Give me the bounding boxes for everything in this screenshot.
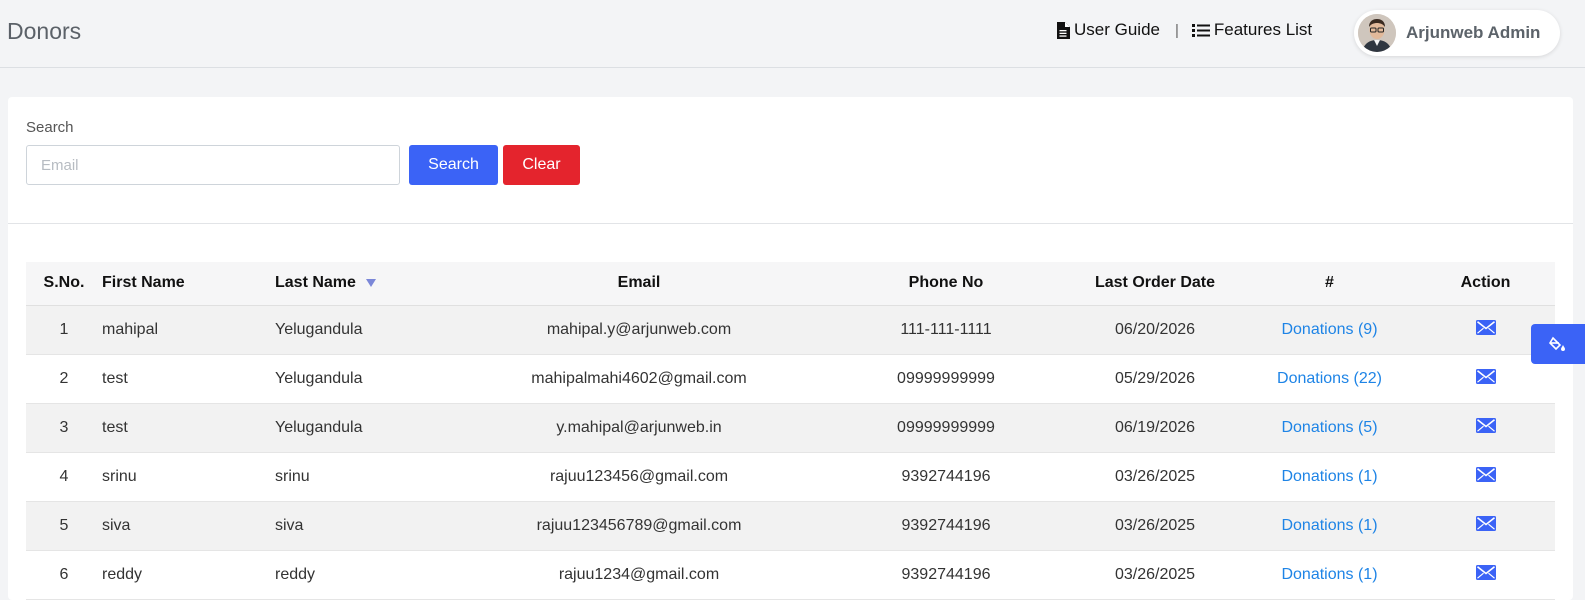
paint-bucket-icon	[1549, 336, 1565, 351]
cell-email: mahipalmahi4602@gmail.com	[453, 354, 825, 404]
cell-sno: 1	[26, 305, 102, 355]
cell-phone: 9392744196	[825, 550, 1067, 600]
header-sno[interactable]: S.No.	[26, 262, 102, 306]
cell-donations: Donations (9)	[1243, 305, 1416, 355]
header-phone[interactable]: Phone No	[825, 262, 1067, 306]
cell-last-order-date: 03/26/2025	[1067, 452, 1243, 502]
file-icon	[1057, 21, 1070, 39]
cell-last-name: reddy	[275, 550, 453, 600]
cell-donations: Donations (1)	[1243, 550, 1416, 600]
cell-last-name: Yelugandula	[275, 305, 453, 355]
cell-first-name: test	[102, 403, 275, 453]
cell-sno: 5	[26, 501, 102, 551]
header-last-name-label: Last Name	[275, 274, 356, 292]
cell-first-name: srinu	[102, 452, 275, 502]
cell-last-name: siva	[275, 501, 453, 551]
top-links: User Guide | Features List	[1056, 20, 1312, 40]
header-email[interactable]: Email	[453, 262, 825, 306]
side-settings-tab[interactable]	[1531, 324, 1585, 364]
cell-sno: 6	[26, 550, 102, 600]
cell-action	[1416, 501, 1555, 551]
cell-first-name: test	[102, 354, 275, 404]
cell-last-order-date: 06/19/2026	[1067, 403, 1243, 453]
cell-first-name: siva	[102, 501, 275, 551]
donations-link[interactable]: Donations (22)	[1277, 370, 1382, 387]
cell-phone: 09999999999	[825, 403, 1067, 453]
cell-action	[1416, 403, 1555, 453]
divider	[8, 223, 1573, 224]
cell-last-name: srinu	[275, 452, 453, 502]
table-row: 1 mahipal Yelugandula mahipal.y@arjunweb.co…	[26, 305, 1555, 355]
cell-first-name: mahipal	[102, 305, 275, 355]
cell-last-order-date: 03/26/2025	[1067, 501, 1243, 551]
header-first-name[interactable]: First Name	[102, 262, 275, 306]
cell-sno: 2	[26, 354, 102, 404]
cell-sno: 4	[26, 452, 102, 502]
cell-donations: Donations (1)	[1243, 452, 1416, 502]
cell-donations: Donations (22)	[1243, 354, 1416, 404]
header-action: Action	[1416, 262, 1555, 306]
user-name: Arjunweb Admin	[1406, 23, 1541, 42]
table-row: 3 test Yelugandula y.mahipal@arjunweb.in 099…	[26, 403, 1555, 453]
cell-donations: Donations (5)	[1243, 403, 1416, 453]
search-label: Search	[26, 119, 74, 136]
table-row: 4 srinu srinu rajuu123456@gmail.com 93927441…	[26, 452, 1555, 502]
header-last-name[interactable]: Last Name	[275, 262, 453, 306]
donations-link[interactable]: Donations (1)	[1281, 468, 1377, 485]
envelope-icon[interactable]	[1475, 319, 1496, 340]
envelope-icon[interactable]	[1475, 368, 1496, 389]
table-row: 2 test Yelugandula mahipalmahi4602@gmail.co…	[26, 354, 1555, 404]
cell-last-name: Yelugandula	[275, 403, 453, 453]
cell-action	[1416, 452, 1555, 502]
features-list-label: Features List	[1213, 20, 1313, 39]
cell-last-name: Yelugandula	[275, 354, 453, 404]
cell-email: mahipal.y@arjunweb.com	[453, 305, 825, 355]
top-bar: Donors User Guide | Features List Arjunw…	[0, 0, 1585, 68]
header-last-order-date[interactable]: Last Order Date	[1067, 262, 1243, 306]
page-title: Donors	[7, 18, 82, 44]
cell-first-name: reddy	[102, 550, 275, 600]
avatar	[1358, 14, 1396, 52]
cell-email: rajuu1234@gmail.com	[453, 550, 825, 600]
cell-phone: 111-111-1111	[825, 305, 1067, 355]
envelope-icon[interactable]	[1475, 417, 1496, 438]
cell-phone: 9392744196	[825, 452, 1067, 502]
clear-button[interactable]: Clear	[503, 145, 580, 185]
search-button[interactable]: Search	[409, 145, 498, 185]
table-row: 5 siva siva rajuu123456789@gmail.com 9392744…	[26, 501, 1555, 551]
sort-desc-icon[interactable]	[365, 279, 376, 288]
cell-sno: 3	[26, 403, 102, 453]
cell-last-order-date: 05/29/2026	[1067, 354, 1243, 404]
cell-phone: 09999999999	[825, 354, 1067, 404]
header-donations: #	[1243, 262, 1416, 306]
table-row: 6 reddy reddy rajuu1234@gmail.com 9392744196…	[26, 550, 1555, 600]
donors-card: Search Search Clear S.No. First Name Las…	[8, 97, 1573, 600]
cell-phone: 9392744196	[825, 501, 1067, 551]
cell-last-order-date: 03/26/2025	[1067, 550, 1243, 600]
cell-email: rajuu123456@gmail.com	[453, 452, 825, 502]
donations-link[interactable]: Donations (9)	[1281, 321, 1377, 338]
list-icon	[1191, 23, 1210, 37]
cell-action	[1416, 550, 1555, 600]
user-guide-label: User Guide	[1074, 20, 1160, 39]
envelope-icon[interactable]	[1475, 515, 1496, 536]
donations-link[interactable]: Donations (1)	[1281, 517, 1377, 534]
envelope-icon[interactable]	[1475, 466, 1496, 487]
cell-donations: Donations (1)	[1243, 501, 1416, 551]
features-list-link[interactable]: Features List	[1191, 20, 1313, 40]
envelope-icon[interactable]	[1475, 564, 1496, 585]
cell-email: rajuu123456789@gmail.com	[453, 501, 825, 551]
donors-table: S.No. First Name Last Name Email Phone N…	[26, 262, 1555, 600]
table-header-row: S.No. First Name Last Name Email Phone N…	[26, 262, 1555, 306]
donations-link[interactable]: Donations (1)	[1281, 566, 1377, 583]
email-search-input[interactable]	[26, 145, 400, 185]
cell-email: y.mahipal@arjunweb.in	[453, 403, 825, 453]
user-guide-link[interactable]: User Guide	[1056, 20, 1160, 40]
cell-last-order-date: 06/20/2026	[1067, 305, 1243, 355]
separator: |	[1174, 21, 1179, 39]
user-menu[interactable]: Arjunweb Admin	[1354, 10, 1560, 56]
donations-link[interactable]: Donations (5)	[1281, 419, 1377, 436]
